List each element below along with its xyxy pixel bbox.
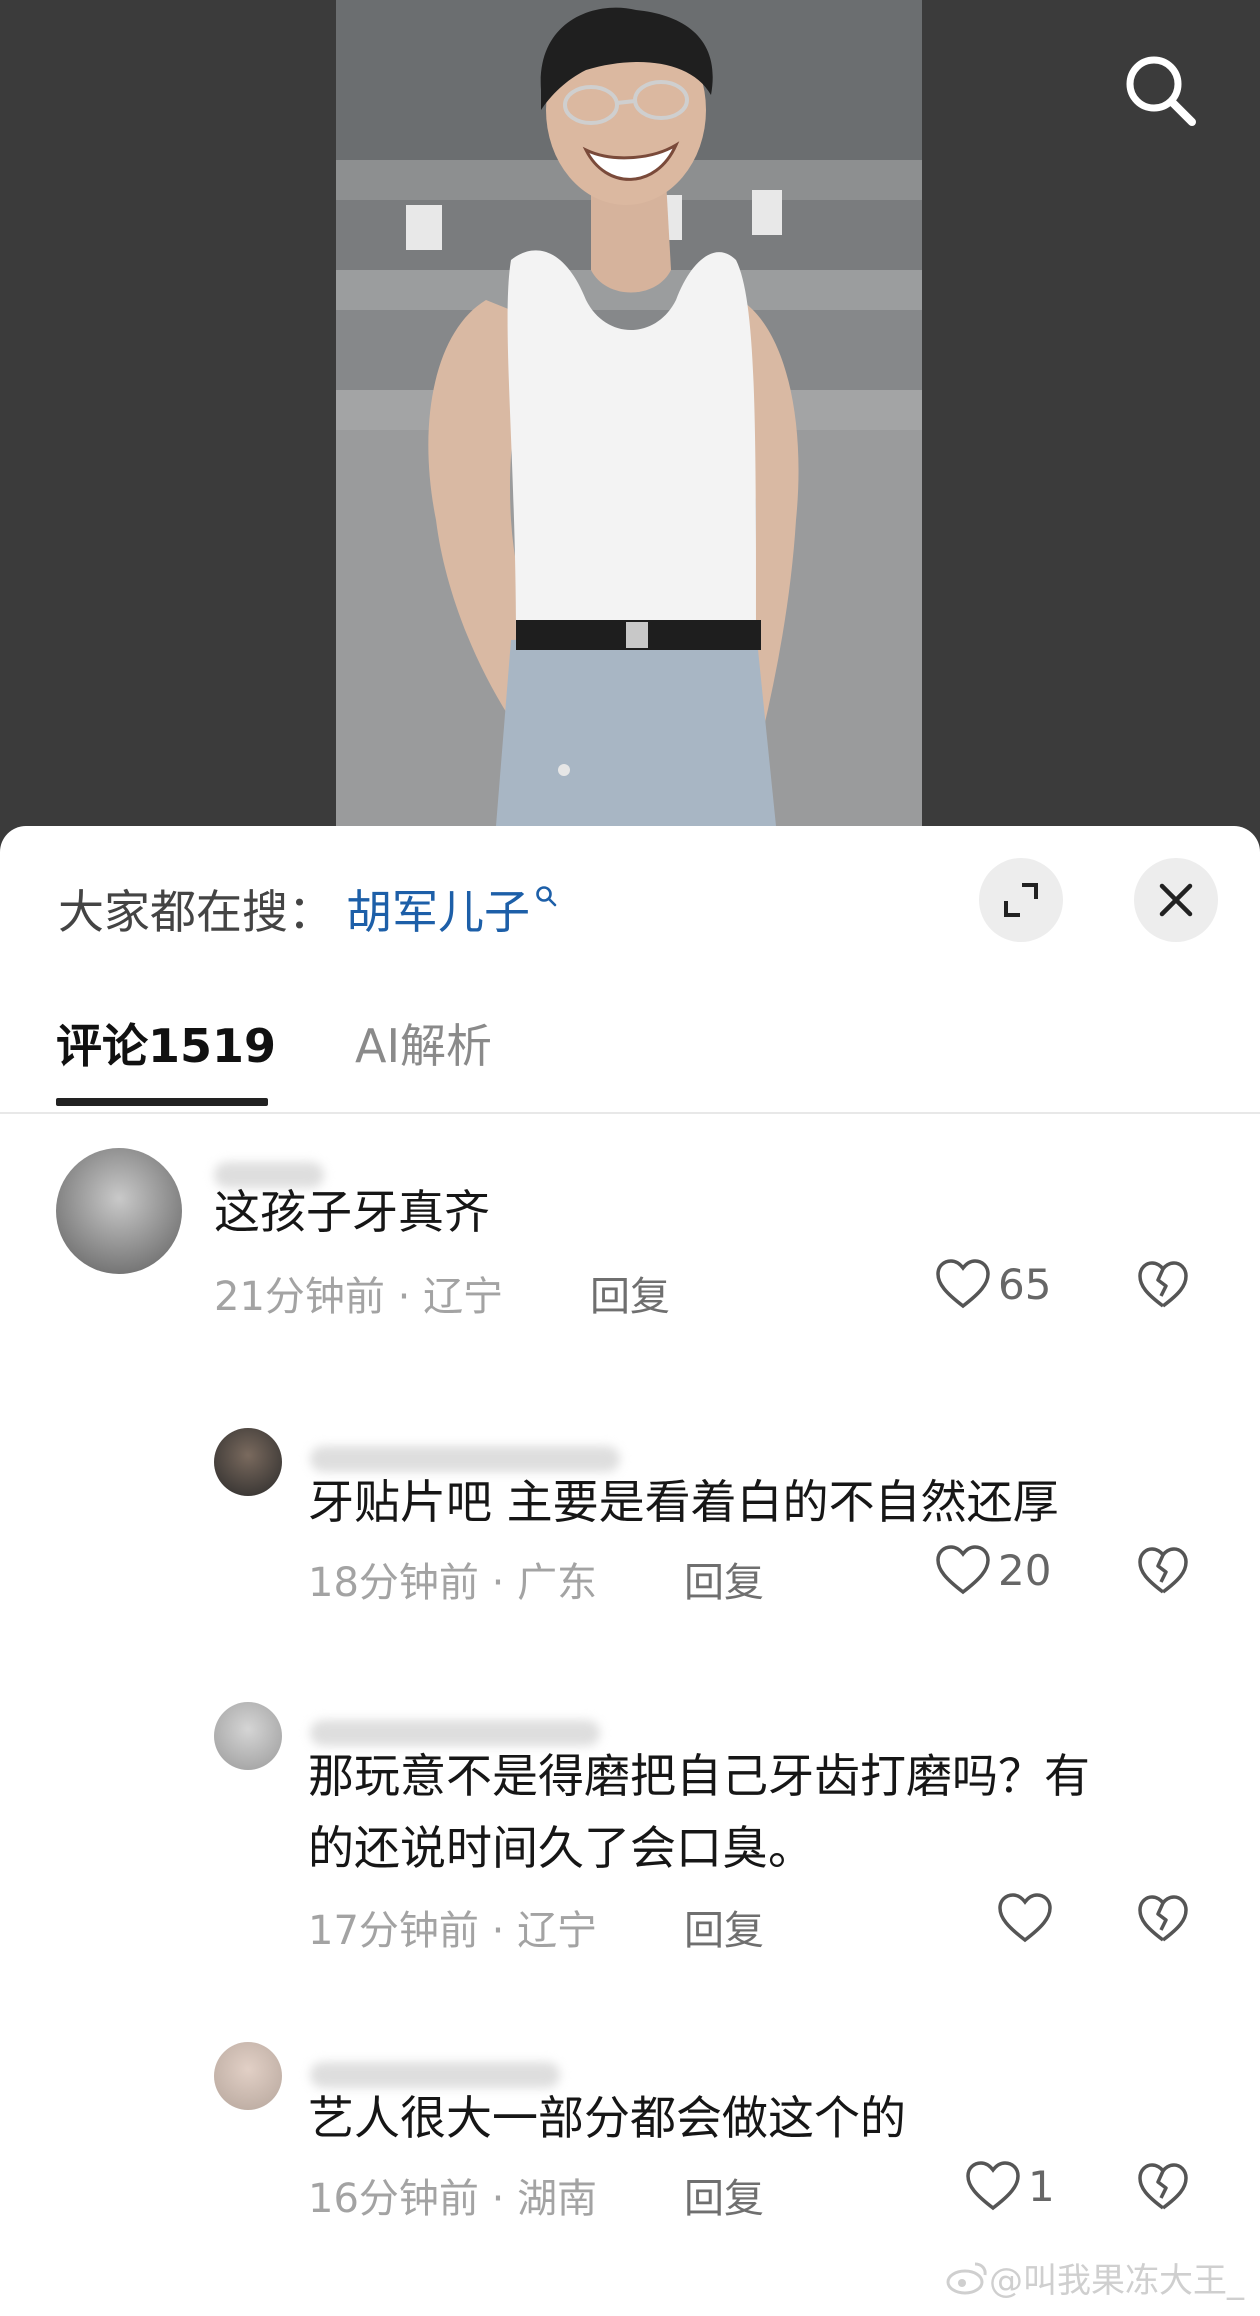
meta-separator: · <box>384 1274 424 1320</box>
man-in-tank-top-photo <box>336 0 922 826</box>
dislike-button[interactable] <box>1136 1546 1190 1600</box>
comment-location: 辽宁 <box>517 1908 598 1954</box>
heart-icon <box>998 1893 1052 1943</box>
comment-item: 艺人很大一部分都会做这个的 16分钟前 · 湖南 回复 1 <box>0 2042 1260 2272</box>
comment-time: 18分钟前 <box>308 1560 479 1606</box>
comment-text: 这孩子牙真齐 <box>214 1185 490 1239</box>
meta-separator: · <box>478 2176 518 2222</box>
broken-heart-icon <box>1138 1547 1188 1594</box>
expand-icon <box>1004 883 1038 917</box>
sheet-tabs: 评论1519 AI解析 <box>0 992 1260 1114</box>
heart-icon <box>936 1259 990 1309</box>
dislike-button[interactable] <box>1136 1260 1190 1314</box>
avatar[interactable] <box>214 1702 282 1770</box>
broken-heart-icon <box>1138 1261 1188 1308</box>
video-frame-image <box>336 0 922 826</box>
comment-text-line-2: 的还说时间久了会口臭。 <box>308 1821 814 1875</box>
comment-time: 17分钟前 <box>308 1908 479 1954</box>
comment-text: 牙贴片吧 主要是看着白的不自然还厚 <box>308 1475 1059 1529</box>
comment-item: 牙贴片吧 主要是看着白的不自然还厚 18分钟前 · 广东 回复 20 <box>0 1428 1260 1638</box>
video-player[interactable] <box>0 0 1260 860</box>
reply-button[interactable]: 回复 <box>684 1898 764 1956</box>
comment-meta: 16分钟前 · 湖南 <box>308 2166 597 2224</box>
like-button[interactable]: 65 <box>934 1258 1051 1310</box>
like-count: 65 <box>998 1259 1052 1309</box>
meta-separator: · <box>478 1908 518 1954</box>
search-button[interactable] <box>1120 50 1200 130</box>
weibo-logo-icon <box>946 2262 987 2294</box>
comment-time: 16分钟前 <box>308 2176 479 2222</box>
reply-button[interactable]: 回复 <box>684 1550 764 1608</box>
comment-time: 21分钟前 <box>214 1274 385 1320</box>
close-icon <box>1159 883 1193 917</box>
reply-button[interactable]: 回复 <box>684 2166 764 2224</box>
avatar[interactable] <box>56 1148 182 1274</box>
weibo-watermark: @叫我果冻大王_ <box>945 2253 1244 2302</box>
expand-button[interactable] <box>979 858 1063 942</box>
broken-heart-icon <box>1138 2163 1188 2210</box>
comment-meta: 17分钟前 · 辽宁 <box>308 1898 597 1956</box>
like-button[interactable]: 20 <box>934 1544 1051 1596</box>
dislike-button[interactable] <box>1136 1894 1190 1948</box>
meta-separator: · <box>478 1560 518 1606</box>
avatar[interactable] <box>214 1428 282 1496</box>
comment-meta: 21分钟前 · 辽宁 <box>214 1264 503 1322</box>
reply-button[interactable]: 回复 <box>590 1264 670 1322</box>
comment-text-line-1: 那玩意不是得磨把自己牙齿打磨吗？有 <box>308 1749 1090 1803</box>
comments-sheet: 大家都在搜： 胡军儿子 评论1519 AI解析 这孩子牙真齐 21分钟前 · 辽… <box>0 826 1260 2316</box>
like-count: 20 <box>998 1545 1052 1595</box>
hot-search-term-link[interactable]: 胡军儿子 <box>346 876 530 942</box>
comment-item: 这孩子牙真齐 21分钟前 · 辽宁 回复 65 <box>0 1148 1260 1368</box>
comment-text: 艺人很大一部分都会做这个的 <box>308 2091 906 2145</box>
tab-comments[interactable]: 评论1519 <box>56 1010 276 1076</box>
heart-icon <box>936 1545 990 1595</box>
avatar[interactable] <box>214 2042 282 2110</box>
close-button[interactable] <box>1134 858 1218 942</box>
broken-heart-icon <box>1138 1895 1188 1942</box>
like-button[interactable]: 1 <box>964 2160 1055 2212</box>
comment-location: 辽宁 <box>423 1274 504 1320</box>
small-search-icon <box>536 886 557 907</box>
dislike-button[interactable] <box>1136 2162 1190 2216</box>
search-icon <box>1126 56 1196 126</box>
tab-ai-analysis[interactable]: AI解析 <box>355 1010 492 1076</box>
hot-search-label: 大家都在搜： <box>58 885 334 939</box>
heart-icon <box>966 2161 1020 2211</box>
active-tab-indicator <box>56 1098 268 1106</box>
like-button[interactable] <box>996 1892 1060 1944</box>
hot-search-bar: 大家都在搜： 胡军儿子 <box>58 868 558 950</box>
like-count: 1 <box>1028 2161 1055 2211</box>
watermark-text: @叫我果冻大王_ <box>989 2261 1244 2301</box>
comment-item: 那玩意不是得磨把自己牙齿打磨吗？有 的还说时间久了会口臭。 17分钟前 · 辽宁… <box>0 1702 1260 1992</box>
comment-location: 湖南 <box>517 2176 598 2222</box>
comment-meta: 18分钟前 · 广东 <box>308 1550 597 1608</box>
comment-location: 广东 <box>517 1560 598 1606</box>
